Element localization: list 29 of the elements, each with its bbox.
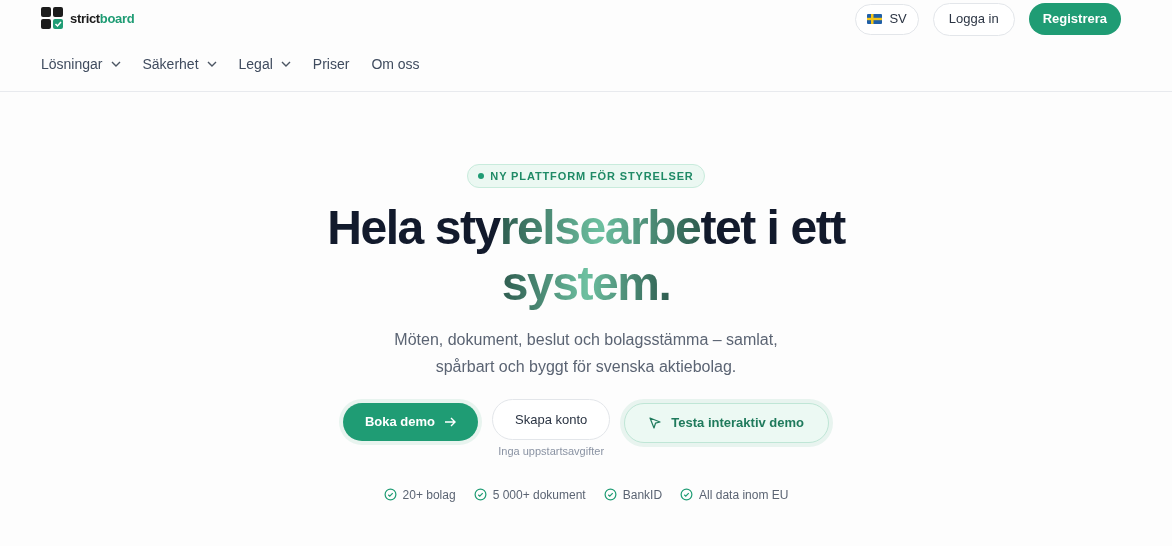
- chevron-down-icon: [206, 61, 217, 67]
- nav-link[interactable]: Priser: [312, 53, 350, 75]
- feature-text: 5 000+ dokument: [492, 486, 586, 504]
- check-circle-icon: [473, 488, 487, 501]
- create-account-button[interactable]: Skapa konto: [492, 399, 611, 440]
- chevron-down-icon: [110, 61, 121, 67]
- logo-text: strictboard: [70, 9, 135, 28]
- feature-text: 20+ bolag: [402, 486, 456, 504]
- nav-link[interactable]: Om oss: [371, 53, 420, 75]
- arrow-right-icon: [444, 417, 457, 427]
- badge-text: NY PLATTFORM FÖR STYRELSER: [490, 168, 694, 184]
- check-circle-icon: [383, 488, 397, 501]
- headline: Hela styrelsearbetet i ett system.: [326, 200, 847, 312]
- nav-link[interactable]: Säkerhet: [142, 53, 217, 75]
- chevron-down-icon: [280, 61, 291, 67]
- swedish-flag-icon: [867, 14, 883, 24]
- note-text: Inga uppstartsavgifter: [498, 444, 605, 459]
- feature-text: BankID: [622, 486, 663, 504]
- language-button[interactable]: SV: [855, 3, 919, 35]
- login-button[interactable]: Logga in: [932, 2, 1015, 36]
- feature-text: All data inom EU: [699, 486, 789, 504]
- check-circle-icon: [680, 488, 694, 501]
- interactive-demo-button[interactable]: Testa interaktiv demo: [624, 403, 830, 443]
- logo-icon: [41, 7, 64, 30]
- nav-link[interactable]: Lösningar: [41, 53, 121, 75]
- cursor-icon: [649, 417, 662, 429]
- subtitle: Möten, dokument, beslut och bolagsstämma – samlat, spårbart och byggt för svenska aktiebolag.: [393, 330, 779, 377]
- nav-link[interactable]: Legal: [238, 53, 291, 75]
- check-circle-icon: [603, 488, 617, 501]
